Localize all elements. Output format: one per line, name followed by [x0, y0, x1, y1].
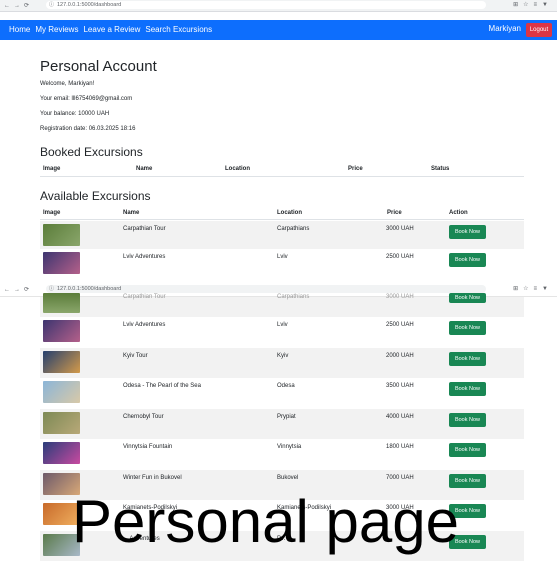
excursion-price: 2000 UAH: [386, 352, 414, 359]
browser-nav-icons[interactable]: ←→⟳: [4, 2, 33, 9]
excursion-thumbnail: [43, 411, 80, 434]
excursion-name: Odesa - The Pearl of the Sea: [123, 383, 201, 389]
table-row: Kyiv Tour Kyiv 2000 UAH Book Now: [40, 347, 524, 378]
balance-text: Your balance: 10000 UAH: [40, 111, 110, 117]
address-bar[interactable]: ⓘ 127.0.0.1:5000/dashboard: [46, 1, 486, 9]
registration-text: Registration date: 06.03.2025 18:16: [40, 126, 136, 132]
excursion-name: Carpathian Tour: [123, 226, 166, 232]
excursion-price: 3000 UAH: [386, 226, 414, 232]
excursion-location: Carpathians: [277, 294, 310, 300]
available-header-name: Name: [123, 210, 140, 216]
table-row: Chernobyl Tour Prypiat 4000 UAH Book Now: [40, 408, 524, 439]
excursion-price: 3000 UAH: [386, 294, 414, 300]
excursion-name: Kyiv Tour: [123, 352, 148, 359]
booked-header-name: Name: [136, 166, 153, 172]
navbar-username: Markiyan: [488, 24, 521, 33]
book-now-button[interactable]: Book Now: [449, 351, 486, 366]
excursion-price: 2500 UAH: [386, 254, 414, 260]
browser-action-icons[interactable]: ⊞☆≡▼: [513, 1, 553, 8]
table-row: Carpathian Tour Carpathians 3000 UAH Book N…: [40, 221, 524, 249]
available-header-image: Image: [43, 210, 61, 216]
excursion-thumbnail: [43, 293, 80, 313]
excursion-thumbnail: [43, 320, 80, 342]
book-now-button[interactable]: Book Now: [449, 293, 486, 303]
navbar: Home My Reviews Leave a Review Search Excur…: [0, 20, 557, 40]
browser-toolbar: ←→⟳ ⓘ 127.0.0.1:5000/dashboard ⊞☆≡▼: [0, 0, 557, 12]
address-text: 127.0.0.1:5000/dashboard: [57, 2, 122, 8]
available-section-title: Available Excursions: [40, 189, 151, 203]
nav-link-search-excursions[interactable]: Search Excursions: [145, 25, 212, 34]
excursion-location: Carpathians: [277, 226, 310, 232]
excursion-name: Vinnytsia Fountain: [123, 444, 173, 450]
excursion-price: 3500 UAH: [386, 383, 414, 389]
excursion-thumbnail: [43, 252, 80, 274]
page-title: Personal Account: [40, 58, 157, 75]
browser-nav-icons[interactable]: ←→⟳: [4, 286, 33, 293]
nav-links: Home My Reviews Leave a Review Search Excur…: [9, 25, 217, 34]
book-now-button[interactable]: Book Now: [449, 412, 486, 427]
excursion-name: Winter Fun in Bukovel: [123, 474, 182, 481]
available-header-price: Price: [387, 210, 402, 216]
booked-header-status: Status: [431, 166, 450, 172]
address-bar[interactable]: ⓘ 127.0.0.1:5000/dashboard: [46, 285, 486, 293]
table-row: Lviv Adventures Lviv 2500 UAH Book Now: [40, 249, 524, 277]
excursion-location: Odesa: [277, 383, 295, 389]
nav-link-leave-a-review[interactable]: Leave a Review: [83, 25, 140, 34]
excursion-thumbnail: [43, 381, 80, 403]
available-header-action: Action: [449, 210, 468, 216]
excursion-name: Carpathian Tour: [123, 294, 166, 300]
excursion-location: Prypiat: [277, 413, 296, 420]
excursion-price: 7000 UAH: [386, 474, 414, 481]
info-icon: ⓘ: [49, 2, 55, 8]
address-text: 127.0.0.1:5000/dashboard: [57, 286, 122, 292]
excursion-thumbnail: [43, 224, 80, 246]
excursion-price: 2500 UAH: [386, 322, 414, 328]
nav-link-home[interactable]: Home: [9, 25, 30, 34]
browser-action-icons[interactable]: ⊞☆≡▼: [513, 285, 553, 292]
excursion-name: Lviv Adventures: [123, 322, 166, 328]
book-now-button[interactable]: Book Now: [449, 253, 486, 267]
logout-button[interactable]: Logout: [526, 23, 552, 37]
book-now-button[interactable]: Book Now: [449, 443, 486, 457]
excursion-location: Lviv: [277, 322, 288, 328]
info-icon: ⓘ: [49, 286, 55, 292]
excursion-name: Lviv Adventures: [123, 254, 166, 260]
excursion-price: 1800 UAH: [386, 444, 414, 450]
nav-link-my-reviews[interactable]: My Reviews: [35, 25, 78, 34]
excursion-thumbnail: [43, 442, 80, 464]
excursion-location: Bukovel: [277, 474, 299, 481]
email-text: Your email: lll6754069@gmail.com: [40, 96, 133, 102]
booked-header-location: Location: [225, 166, 250, 172]
excursion-price: 4000 UAH: [386, 413, 414, 420]
table-row: Carpathian Tour Carpathians 3000 UAH Boo…: [40, 293, 524, 317]
excursion-location: Lviv: [277, 254, 288, 260]
divider: [40, 176, 524, 177]
excursion-location: Kyiv: [277, 352, 289, 359]
divider: [40, 219, 524, 220]
book-now-button[interactable]: Book Now: [449, 382, 486, 396]
available-header-location: Location: [277, 210, 302, 216]
overlay-caption: Personal page: [72, 488, 459, 555]
book-now-button[interactable]: Book Now: [449, 321, 486, 335]
table-row: Lviv Adventures Lviv 2500 UAH Book Now: [40, 317, 524, 348]
table-row: Vinnytsia Fountain Vinnytsia 1800 UAH Book …: [40, 439, 524, 470]
booked-header-image: Image: [43, 166, 61, 172]
excursion-thumbnail: [43, 350, 80, 373]
table-row: Odesa - The Pearl of the Sea Odesa 3500 UA…: [40, 378, 524, 409]
excursion-name: Chernobyl Tour: [123, 413, 164, 420]
book-now-button[interactable]: Book Now: [449, 225, 486, 239]
excursion-location: Vinnytsia: [277, 444, 302, 450]
booked-header-price: Price: [348, 166, 363, 172]
welcome-text: Welcome, Markiyan!: [40, 81, 95, 87]
booked-section-title: Booked Excursions: [40, 145, 143, 159]
